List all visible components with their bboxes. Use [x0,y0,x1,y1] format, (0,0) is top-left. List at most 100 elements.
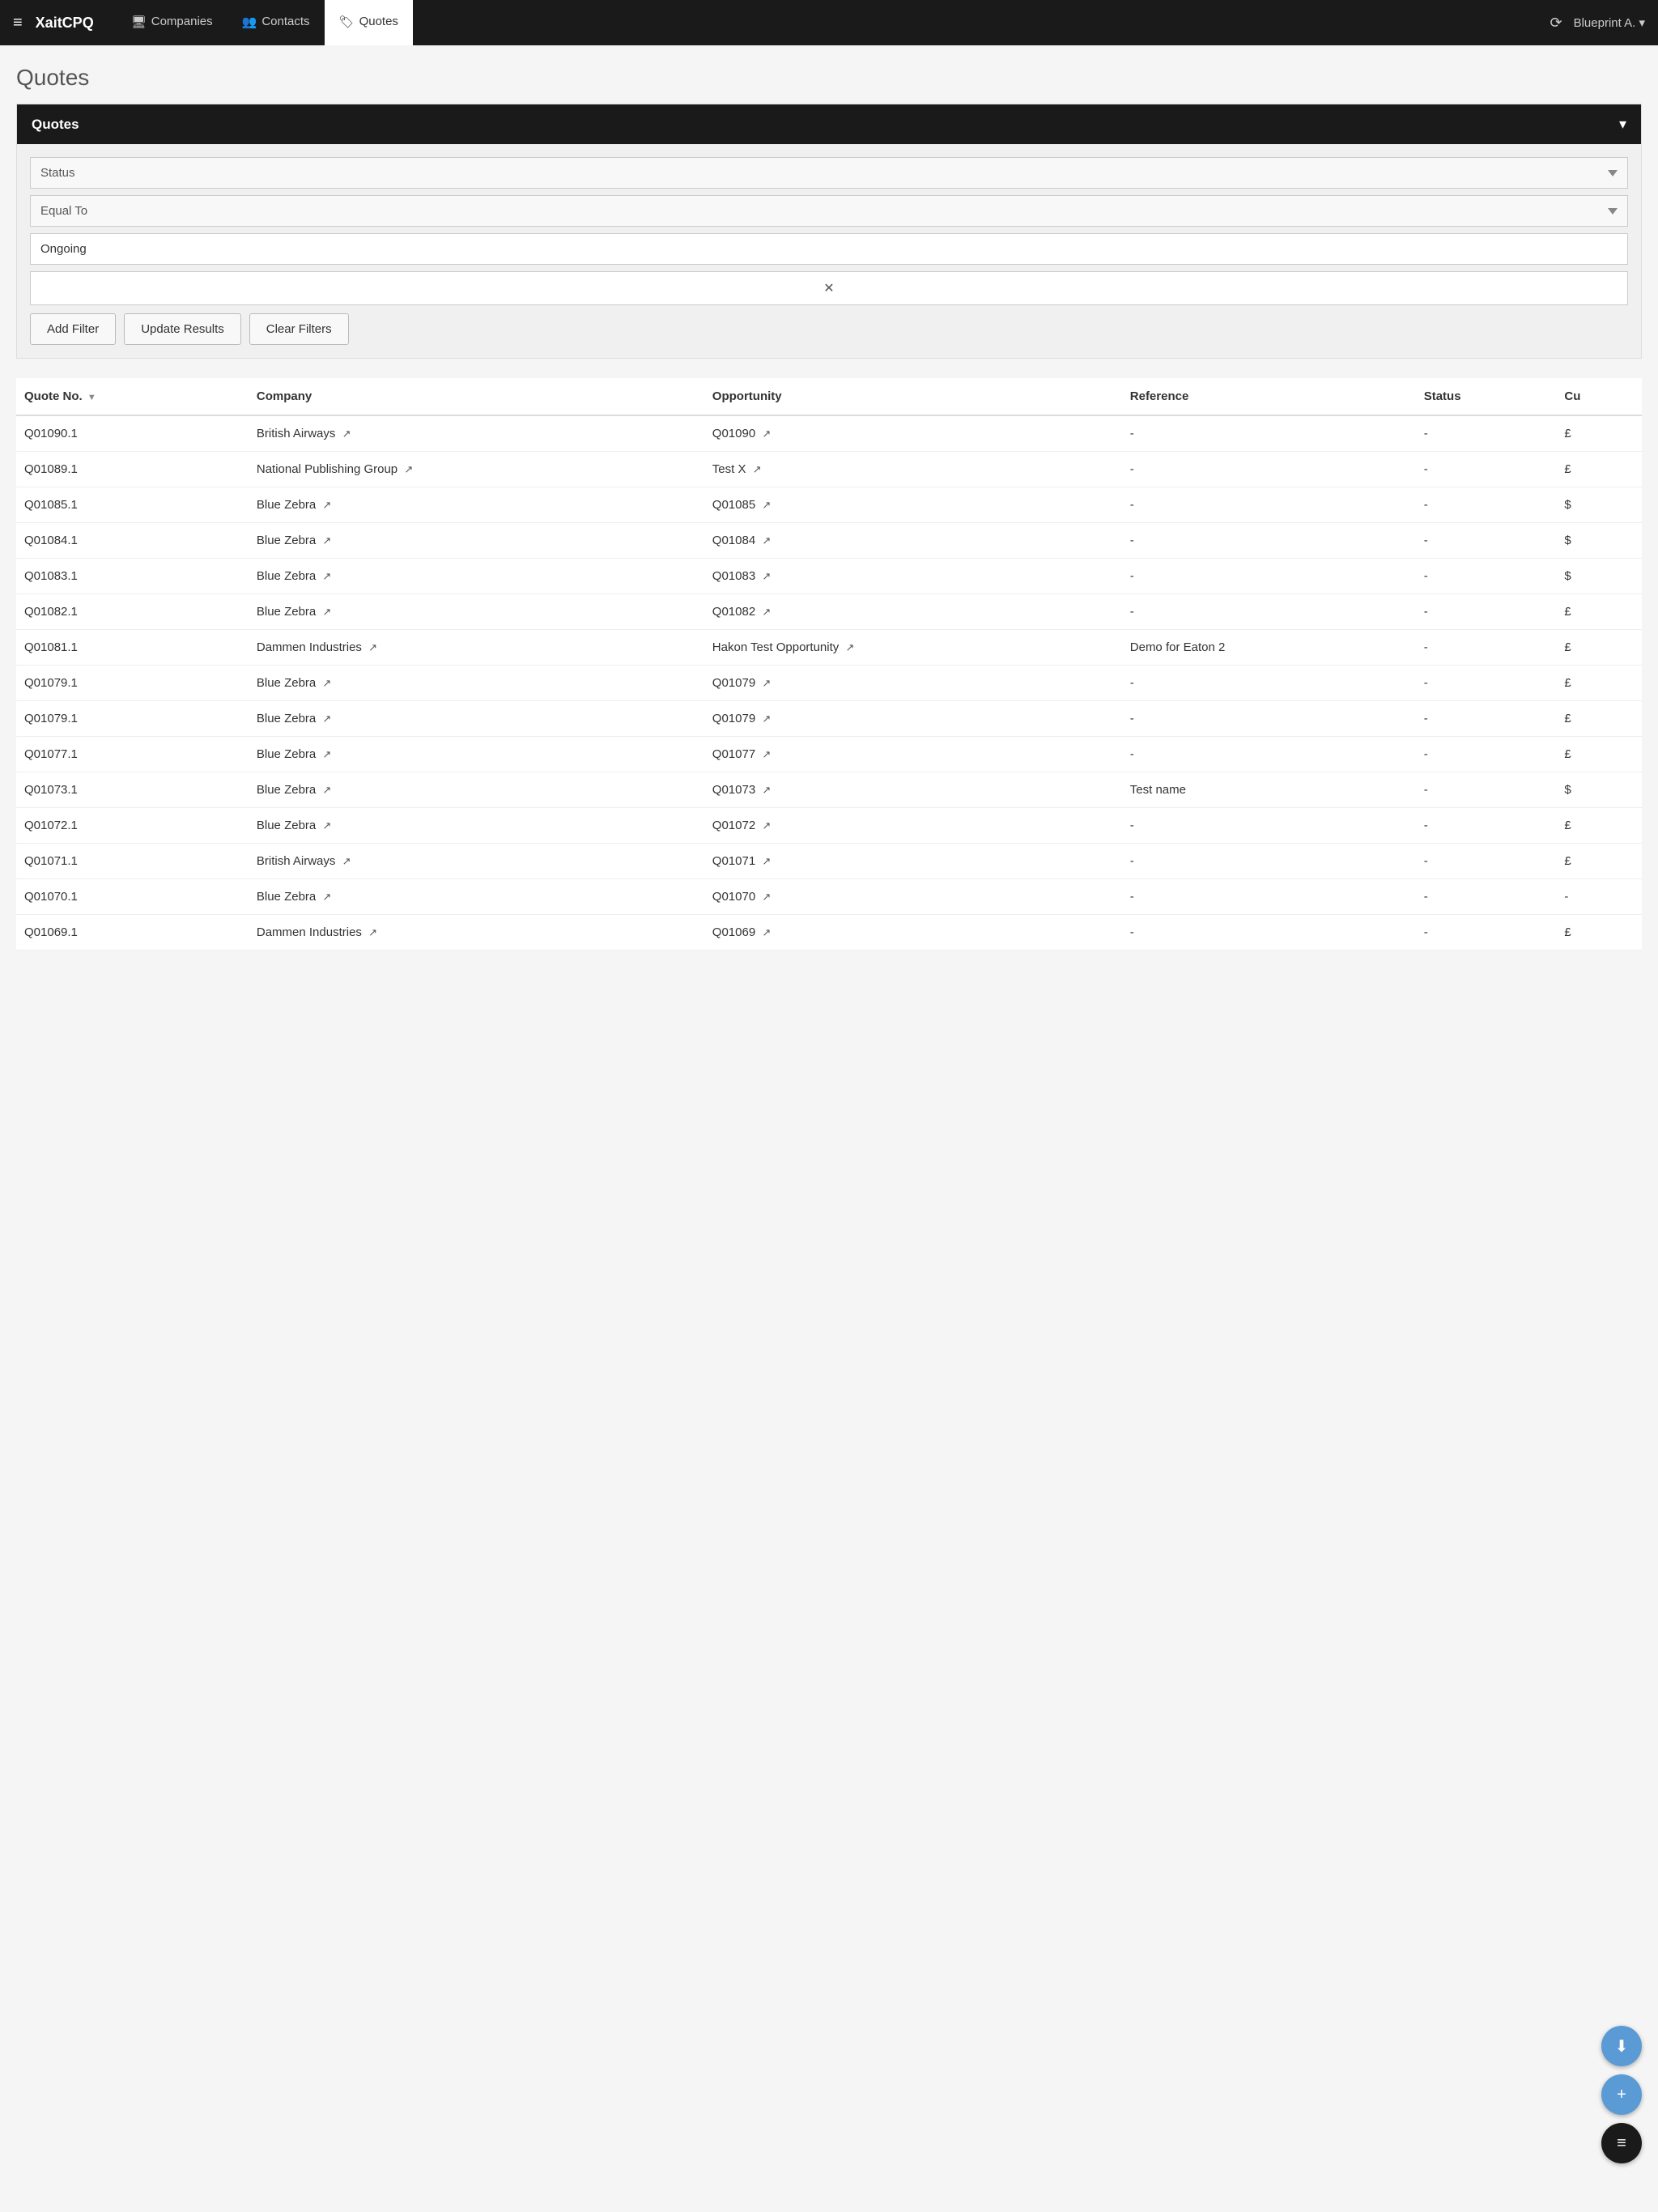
table-row: Q01079.1 Blue Zebra ↗ Q01079 ↗ - - £ [16,701,1642,737]
company-ext-link-icon[interactable]: ↗ [322,606,331,618]
company-ext-link-icon[interactable]: ↗ [322,534,331,547]
account-menu[interactable]: Blueprint A. ▾ [1574,15,1645,30]
add-fab-button[interactable]: + [1601,2074,1642,2115]
update-results-button[interactable]: Update Results [124,313,241,345]
table-row: Q01071.1 British Airways ↗ Q01071 ↗ - - … [16,844,1642,879]
cell-opportunity: Q01079 ↗ [704,701,1122,737]
cell-status: - [1416,737,1557,772]
cell-company: National Publishing Group ↗ [249,452,704,487]
cell-opportunity: Hakon Test Opportunity ↗ [704,630,1122,666]
menu-fab-button[interactable]: ≡ [1601,2123,1642,2163]
cell-currency: $ [1556,487,1642,523]
filter-value-input[interactable] [30,233,1628,265]
cell-quote-no: Q01077.1 [16,737,249,772]
opportunity-ext-link-icon[interactable]: ↗ [762,606,771,618]
company-ext-link-icon[interactable]: ↗ [322,499,331,511]
opportunity-ext-link-icon[interactable]: ↗ [762,748,771,760]
cell-reference: - [1122,594,1416,630]
cell-company: Dammen Industries ↗ [249,915,704,951]
col-company: Company [249,378,704,415]
opportunity-ext-link-icon[interactable]: ↗ [762,677,771,689]
cell-status: - [1416,452,1557,487]
cell-reference: - [1122,559,1416,594]
nav-item-quotes[interactable]: 🏷 Quotes [325,0,413,45]
cell-status: - [1416,772,1557,808]
cell-currency: $ [1556,523,1642,559]
table-row: Q01070.1 Blue Zebra ↗ Q01070 ↗ - - - [16,879,1642,915]
quotes-panel: Quotes ▾ Status Equal To ✕ [16,104,1642,359]
download-fab-button[interactable]: ⬇ [1601,2026,1642,2066]
cell-quote-no: Q01069.1 [16,915,249,951]
cell-company: Blue Zebra ↗ [249,772,704,808]
opportunity-ext-link-icon[interactable]: ↗ [762,428,771,440]
panel-header[interactable]: Quotes ▾ [17,104,1641,144]
opportunity-ext-link-icon[interactable]: ↗ [762,570,771,582]
cell-reference: - [1122,737,1416,772]
company-ext-link-icon[interactable]: ↗ [322,713,331,725]
cell-company: Blue Zebra ↗ [249,666,704,701]
cell-quote-no: Q01079.1 [16,701,249,737]
table-row: Q01072.1 Blue Zebra ↗ Q01072 ↗ - - £ [16,808,1642,844]
table-row: Q01079.1 Blue Zebra ↗ Q01079 ↗ - - £ [16,666,1642,701]
refresh-icon[interactable]: ⟳ [1550,15,1562,32]
add-filter-button[interactable]: Add Filter [30,313,116,345]
cell-currency: £ [1556,594,1642,630]
col-opportunity: Opportunity [704,378,1122,415]
panel-title: Quotes [32,117,79,133]
clear-filter-x-icon: ✕ [823,280,834,296]
download-icon: ⬇ [1615,2036,1629,2057]
nav-label-companies: Companies [151,15,213,28]
cell-opportunity: Q01082 ↗ [704,594,1122,630]
cell-status: - [1416,487,1557,523]
opportunity-ext-link-icon[interactable]: ↗ [753,463,762,475]
cell-opportunity: Q01069 ↗ [704,915,1122,951]
opportunity-ext-link-icon[interactable]: ↗ [762,534,771,547]
company-ext-link-icon[interactable]: ↗ [322,748,331,760]
company-ext-link-icon[interactable]: ↗ [322,570,331,582]
cell-quote-no: Q01090.1 [16,415,249,452]
cell-company: Blue Zebra ↗ [249,737,704,772]
clear-filters-button[interactable]: Clear Filters [249,313,349,345]
cell-quote-no: Q01089.1 [16,452,249,487]
panel-body: Status Equal To ✕ Add Filter Update Resu… [17,144,1641,358]
col-reference: Reference [1122,378,1416,415]
cell-currency: £ [1556,701,1642,737]
cell-quote-no: Q01071.1 [16,844,249,879]
company-ext-link-icon[interactable]: ↗ [368,641,377,653]
cell-quote-no: Q01079.1 [16,666,249,701]
hamburger-icon[interactable]: ≡ [13,14,23,32]
opportunity-ext-link-icon[interactable]: ↗ [762,819,771,832]
company-ext-link-icon[interactable]: ↗ [322,891,331,903]
opportunity-ext-link-icon[interactable]: ↗ [762,784,771,796]
equalto-select[interactable]: Equal To [30,195,1628,227]
cell-reference: - [1122,879,1416,915]
cell-status: - [1416,844,1557,879]
opportunity-ext-link-icon[interactable]: ↗ [762,499,771,511]
opportunity-ext-link-icon[interactable]: ↗ [762,855,771,867]
cell-reference: - [1122,415,1416,452]
status-select[interactable]: Status [30,157,1628,189]
filter-clear-row[interactable]: ✕ [30,271,1628,305]
company-ext-link-icon[interactable]: ↗ [322,819,331,832]
filter-equalto-row: Equal To [30,195,1628,227]
cell-opportunity: Q01070 ↗ [704,879,1122,915]
cell-company: Blue Zebra ↗ [249,487,704,523]
nav-item-contacts[interactable]: 👥 Contacts [227,0,325,45]
companies-icon: 🖥 [131,15,147,29]
nav-item-companies[interactable]: 🖥 Companies [117,0,227,45]
cell-currency: £ [1556,915,1642,951]
company-ext-link-icon[interactable]: ↗ [322,784,331,796]
company-ext-link-icon[interactable]: ↗ [404,463,413,475]
company-ext-link-icon[interactable]: ↗ [322,677,331,689]
opportunity-ext-link-icon[interactable]: ↗ [762,891,771,903]
cell-status: - [1416,666,1557,701]
company-ext-link-icon[interactable]: ↗ [342,428,351,440]
cell-currency: $ [1556,559,1642,594]
col-quote-no[interactable]: Quote No. ▼ [16,378,249,415]
opportunity-ext-link-icon[interactable]: ↗ [762,713,771,725]
col-currency: Cu [1556,378,1642,415]
opportunity-ext-link-icon[interactable]: ↗ [762,926,771,938]
opportunity-ext-link-icon[interactable]: ↗ [845,641,854,653]
company-ext-link-icon[interactable]: ↗ [368,926,377,938]
company-ext-link-icon[interactable]: ↗ [342,855,351,867]
